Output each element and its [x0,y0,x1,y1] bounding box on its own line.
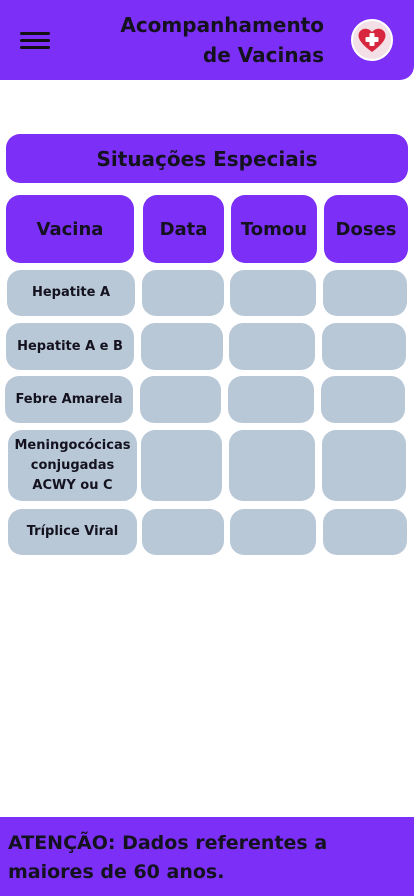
app-header: Acompanhamento de Vacinas [0,0,414,80]
app-title: Acompanhamento de Vacinas [84,10,324,70]
column-header-doses: Doses [324,195,408,263]
vaccine-name-cell: Hepatite A e B [6,323,134,370]
date-cell[interactable] [141,430,222,501]
doses-cell[interactable] [322,430,406,501]
column-header-data: Data [143,195,224,263]
heart-medical-cross-icon [351,19,393,61]
doses-cell[interactable] [321,376,405,423]
hamburger-menu-icon[interactable] [18,28,52,54]
vaccine-name-cell: Febre Amarela [5,376,133,423]
section-title: Situações Especiais [6,134,408,183]
vaccine-name-cell: Hepatite A [7,270,135,316]
date-cell[interactable] [141,323,223,370]
vaccine-name-cell: Meningocócicas conjugadas ACWY ou C [8,430,137,501]
date-cell[interactable] [140,376,221,423]
taken-cell[interactable] [230,270,316,316]
footer-notice: ATENÇÃO: Dados referentes a maiores de 6… [0,817,414,896]
date-cell[interactable] [142,270,224,316]
taken-cell[interactable] [229,430,315,501]
column-header-vacina: Vacina [6,195,134,263]
taken-cell[interactable] [229,323,315,370]
taken-cell[interactable] [228,376,314,423]
app-title-line-1: Acompanhamento [120,13,324,37]
taken-cell[interactable] [230,509,316,555]
date-cell[interactable] [142,509,224,555]
column-header-tomou: Tomou [231,195,317,263]
doses-cell[interactable] [323,509,407,555]
app-title-line-2: de Vacinas [202,43,324,67]
doses-cell[interactable] [322,323,406,370]
vaccine-name-cell: Tríplice Viral [8,509,137,555]
doses-cell[interactable] [323,270,407,316]
